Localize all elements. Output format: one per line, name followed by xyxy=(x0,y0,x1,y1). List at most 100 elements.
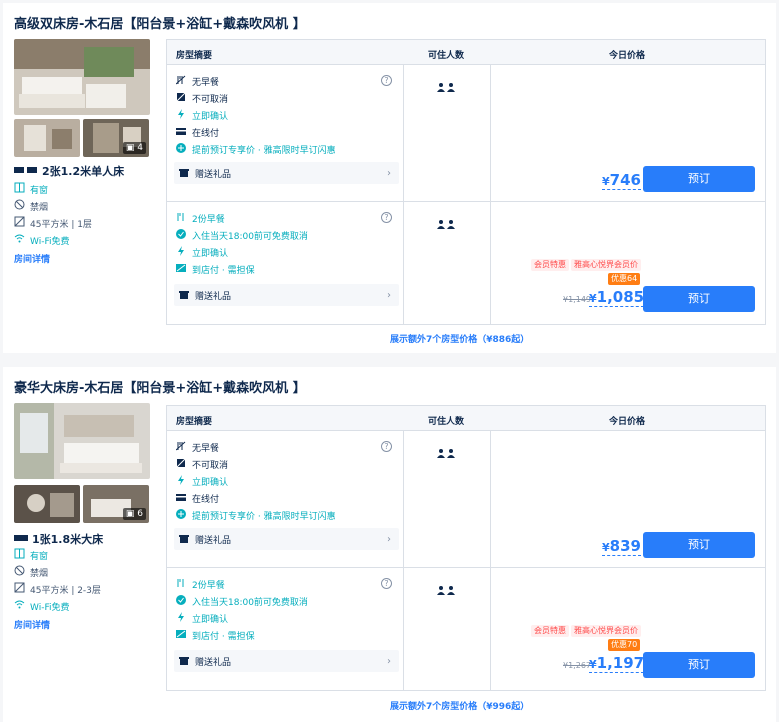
rate-row: 2份早餐 ? 入住当天18:00前可免费取消 立即确认 到店付 · 需担保 赠送… xyxy=(167,568,765,690)
gift-icon xyxy=(179,533,189,546)
bed-icon xyxy=(14,533,28,546)
policy-item: 入住当天18:00前可免费取消 xyxy=(176,229,308,242)
chevron-right-icon: › xyxy=(387,655,391,667)
book-button[interactable]: 预订 xyxy=(643,286,755,312)
rate-row: 无早餐 ? 不可取消 立即确认 在线付 提前预订专享价 · 雅高限时早订闪惠 赠… xyxy=(167,65,765,202)
policy-item: 到店付 · 需担保 xyxy=(176,263,255,276)
help-icon[interactable]: ? xyxy=(381,578,392,589)
gift-row[interactable]: 赠送礼品 › xyxy=(174,528,399,550)
policy-item: 提前预订专享价 · 雅高限时早订闪惠 xyxy=(176,143,336,156)
person-icon xyxy=(447,77,455,96)
bed-info: 2张1.2米单人床 xyxy=(14,163,124,179)
gift-row[interactable]: 赠送礼品 › xyxy=(174,650,399,672)
photo-count: ▣ 6 xyxy=(122,508,146,520)
photo-count: ▣ 4 xyxy=(122,142,146,154)
help-icon[interactable]: ? xyxy=(381,441,392,452)
amenity-area: 45平方米 | 2-3层 xyxy=(14,582,101,596)
occupancy-icons xyxy=(437,77,455,96)
policy-item: 2份早餐 xyxy=(176,578,225,591)
price: ¥1,085 xyxy=(589,288,645,307)
person-icon xyxy=(437,580,445,599)
gift-icon xyxy=(179,655,189,668)
policy-item: 不可取消 xyxy=(176,458,228,471)
policy-item: 不可取消 xyxy=(176,92,228,105)
gift-row[interactable]: 赠送礼品 › xyxy=(174,162,399,184)
lightning-icon xyxy=(176,246,186,259)
header-summary: 房型摘要 xyxy=(176,51,213,61)
original-price: ¥1,267 xyxy=(563,661,591,670)
no-breakfast-icon xyxy=(175,441,186,454)
amenity-area: 45平方米 | 1层 xyxy=(14,216,92,230)
policy-item: 无早餐 xyxy=(175,441,219,454)
header-price: 今日价格 xyxy=(609,417,646,427)
person-icon xyxy=(447,580,455,599)
policy-item: 无早餐 xyxy=(175,75,219,88)
amenity-wifi: Wi-Fi免费 xyxy=(14,599,69,613)
bed-info: 1张1.8米大床 xyxy=(14,531,103,547)
no-smoking-icon xyxy=(14,565,25,579)
rate-table-header: 房型摘要 可住人数 今日价格 xyxy=(167,406,765,431)
price: ¥839 xyxy=(602,537,641,556)
show-more-link[interactable]: 展示额外7个房型价格（¥996起） xyxy=(390,699,529,712)
policy-item: 在线付 xyxy=(176,126,219,139)
occupancy-icons xyxy=(437,214,455,233)
show-more-link[interactable]: 展示额外7个房型价格（¥886起） xyxy=(390,332,529,345)
person-icon xyxy=(447,214,455,233)
room-card: 高级双床房-木石居【阳台景+浴缸+戴森吹风机 】 ▣ 4 2张1.2米单人床 有… xyxy=(3,3,776,353)
occupancy-icons xyxy=(437,580,455,599)
book-button[interactable]: 预订 xyxy=(643,532,755,558)
chevron-right-icon: › xyxy=(387,533,391,545)
room-photo-thumb[interactable]: ▣ 4 xyxy=(83,119,149,157)
rate-table: 房型摘要 可住人数 今日价格 无早餐 ? 不可取消 立即确认 在线付 提前预订专… xyxy=(166,405,766,691)
member-tag: 雅高心悦界会员价 xyxy=(571,625,641,637)
room-photo-thumb[interactable] xyxy=(14,119,80,157)
room-photo-main[interactable] xyxy=(14,39,150,115)
policy-item: 立即确认 xyxy=(176,246,228,259)
room-photo-thumb[interactable] xyxy=(14,485,80,523)
price: ¥746 xyxy=(602,171,641,190)
help-icon[interactable]: ? xyxy=(381,212,392,223)
room-title: 豪华大床房-木石居【阳台景+浴缸+戴森吹风机 】 xyxy=(14,381,306,396)
header-summary: 房型摘要 xyxy=(176,417,213,427)
amenity-window: 有窗 xyxy=(14,182,48,196)
header-occupancy: 可住人数 xyxy=(428,51,465,61)
policy-item: 立即确认 xyxy=(176,109,228,122)
check-icon xyxy=(176,595,186,608)
room-title: 高级双床房-木石居【阳台景+浴缸+戴森吹风机 】 xyxy=(14,17,306,32)
room-detail-link[interactable]: 房间详情 xyxy=(14,618,50,631)
gift-icon xyxy=(179,289,189,302)
help-icon[interactable]: ? xyxy=(381,75,392,86)
policy-item: 到店付 · 需担保 xyxy=(176,629,255,642)
policy-item: 立即确认 xyxy=(176,475,228,488)
member-tag: 会员特惠 xyxy=(531,625,569,637)
book-button[interactable]: 预订 xyxy=(643,166,755,192)
header-occupancy: 可住人数 xyxy=(428,417,465,427)
policy-item: 2份早餐 xyxy=(176,212,225,225)
rate-row: 无早餐 ? 不可取消 立即确认 在线付 提前预订专享价 · 雅高限时早订闪惠 赠… xyxy=(167,431,765,568)
policy-item: 在线付 xyxy=(176,492,219,505)
lightning-icon xyxy=(176,109,186,122)
occupancy-icons xyxy=(437,443,455,462)
rate-row: 2份早餐 ? 入住当天18:00前可免费取消 立即确认 到店付 · 需担保 赠送… xyxy=(167,202,765,324)
chevron-right-icon: › xyxy=(387,289,391,301)
discount-badge: 优惠64 xyxy=(608,273,641,285)
header-price: 今日价格 xyxy=(609,51,646,61)
no-smoking-icon xyxy=(14,199,25,213)
gift-row[interactable]: 赠送礼品 › xyxy=(174,284,399,306)
room-photo-main[interactable] xyxy=(14,403,150,479)
area-icon xyxy=(14,582,25,596)
rate-table-header: 房型摘要 可住人数 今日价格 xyxy=(167,40,765,65)
card-icon xyxy=(176,492,186,505)
book-button[interactable]: 预订 xyxy=(643,652,755,678)
room-photo-thumb[interactable]: ▣ 6 xyxy=(83,485,149,523)
gift-icon xyxy=(179,167,189,180)
wifi-icon xyxy=(14,599,25,613)
policy-item: 立即确认 xyxy=(176,612,228,625)
lightning-icon xyxy=(176,612,186,625)
amenity-window: 有窗 xyxy=(14,548,48,562)
no-cancel-icon xyxy=(176,92,186,105)
person-icon xyxy=(437,443,445,462)
rate-table: 房型摘要 可住人数 今日价格 无早餐 ? 不可取消 立即确认 在线付 提前预订专… xyxy=(166,39,766,325)
member-tag: 会员特惠 xyxy=(531,259,569,271)
room-detail-link[interactable]: 房间详情 xyxy=(14,252,50,265)
